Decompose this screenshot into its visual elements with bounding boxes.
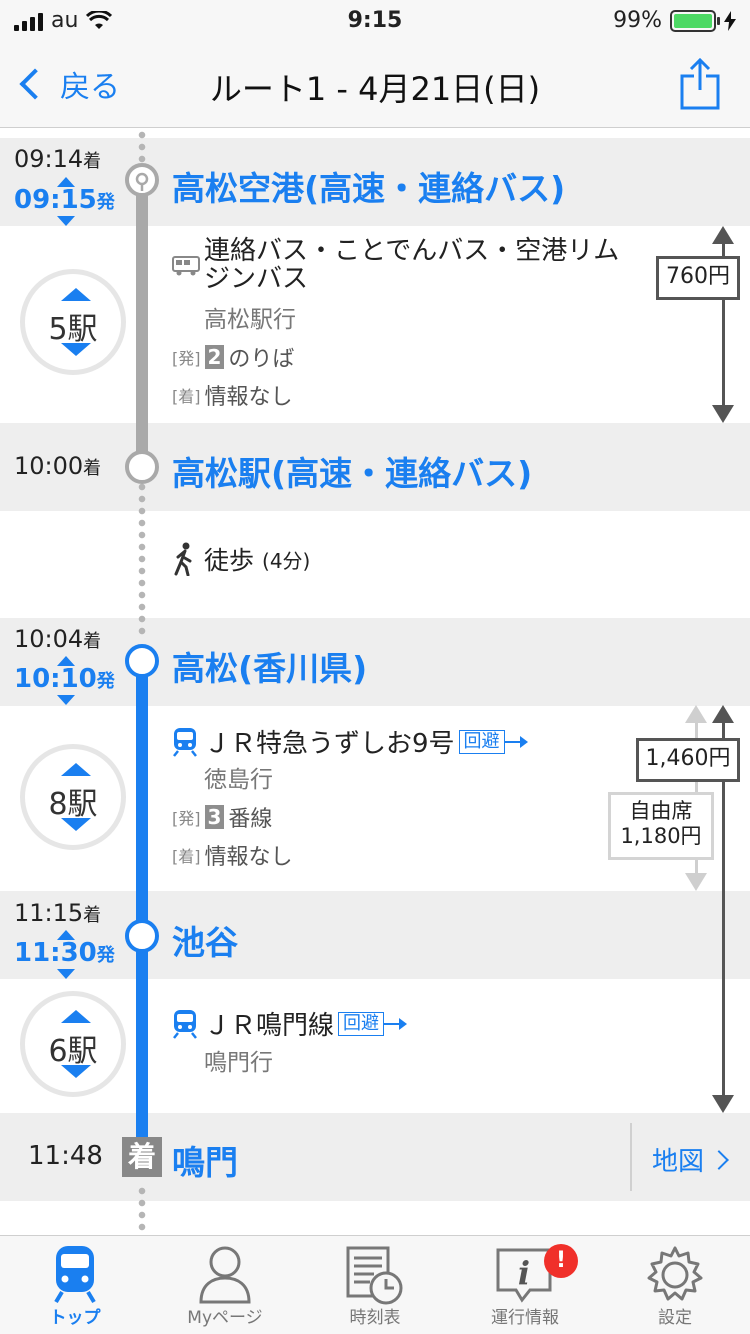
- fare-range-arrow-icon: [712, 405, 734, 423]
- battery-percent: 99%: [613, 8, 662, 33]
- rail-route-line: [136, 659, 148, 1171]
- destination: 高松駅行: [204, 307, 296, 333]
- dotted-line: [138, 129, 146, 165]
- station-node: [125, 450, 159, 484]
- arrival-time: 11:15着: [14, 899, 102, 927]
- arrival-time: 09:14着: [14, 145, 102, 173]
- fare-range-arrow-icon: [712, 1095, 734, 1113]
- arrow-right-icon: [383, 1017, 408, 1030]
- arrow-right-icon: [503, 735, 528, 748]
- walk-icon: [174, 542, 192, 576]
- bus-icon: [172, 256, 200, 276]
- bus-stop-node-icon: [125, 163, 159, 197]
- person-icon: [199, 1246, 251, 1304]
- share-icon[interactable]: [680, 58, 720, 110]
- chevron-up-icon: [61, 763, 91, 776]
- service-name[interactable]: 連絡バス・ことでんバス・空港リムジンバス: [172, 237, 632, 293]
- chevron-up-icon: [61, 288, 91, 301]
- chevron-up-icon: [61, 1010, 91, 1023]
- station-node: [125, 919, 159, 953]
- destination: 徳島行: [204, 767, 273, 793]
- later-arrow-icon[interactable]: [57, 969, 75, 979]
- service-name[interactable]: ＪＲ鳴門線 回避: [172, 1005, 408, 1042]
- station-name[interactable]: 高松空港(高速・連絡バス): [172, 162, 565, 210]
- bus-route-line: [136, 179, 148, 459]
- avoid-link[interactable]: 回避: [458, 729, 528, 754]
- arrival-time: 11:48: [28, 1141, 103, 1171]
- station-row: [0, 1113, 750, 1201]
- tab-service-info[interactable]: i 運行情報: [450, 1236, 600, 1334]
- arrival-badge: 着: [122, 1137, 162, 1177]
- chevron-down-icon: [61, 343, 91, 356]
- later-arrow-icon[interactable]: [57, 695, 75, 705]
- charging-icon: [724, 10, 736, 31]
- status-bar: au 9:15 99%: [0, 0, 750, 40]
- chevron-down-icon: [61, 818, 91, 831]
- arrival-platform: [着] 情報なし: [172, 385, 293, 410]
- fare-box[interactable]: 760円: [656, 256, 740, 300]
- departure-platform: [発] 2 のりば: [172, 345, 295, 372]
- tab-timetable[interactable]: 時刻表: [300, 1236, 450, 1334]
- later-arrow-icon[interactable]: [57, 216, 75, 226]
- non-reserved-fare-box[interactable]: 自由席 1,180円: [608, 792, 714, 860]
- fare-range-arrow-icon: [685, 873, 707, 891]
- chevron-down-icon: [61, 1065, 91, 1078]
- station-name[interactable]: 池谷: [172, 916, 238, 964]
- destination: 鳴門行: [204, 1050, 273, 1076]
- stop-count-button[interactable]: 6駅: [20, 991, 126, 1097]
- battery-icon: [670, 9, 720, 32]
- page-title: ルート1 - 4月21日(日): [209, 70, 541, 108]
- departure-platform: [発] 3 番線: [172, 805, 273, 832]
- station-name[interactable]: 高松(香川県): [172, 642, 367, 690]
- map-button[interactable]: 地図: [652, 1141, 729, 1178]
- chevron-right-icon: [709, 1149, 729, 1170]
- svg-text:i: i: [518, 1254, 530, 1292]
- walk-dotted-line: [138, 481, 146, 639]
- nav-bar: 戻る ルート1 - 4月21日(日): [0, 40, 750, 128]
- arrival-time: 10:00着: [14, 452, 102, 480]
- station-node: [125, 644, 159, 678]
- arrival-time: 10:04着: [14, 625, 102, 653]
- avoid-link[interactable]: 回避: [338, 1011, 408, 1036]
- train-icon: [54, 1246, 96, 1304]
- walk-segment: 徒歩 (4分): [172, 541, 310, 577]
- tab-my-page[interactable]: Myページ: [150, 1236, 300, 1334]
- station-name[interactable]: 高松駅(高速・連絡バス): [172, 447, 532, 495]
- fare-box[interactable]: 1,460円: [636, 738, 740, 782]
- notification-badge: !: [544, 1244, 578, 1278]
- tab-bar: トップ Myページ 時刻表 i 運行情報 設定 !: [0, 1235, 750, 1334]
- tab-settings[interactable]: 設定: [600, 1236, 750, 1334]
- dotted-line: [138, 1185, 146, 1235]
- departure-time: 10:10発: [14, 664, 115, 694]
- arrival-platform: [着] 情報なし: [172, 845, 293, 870]
- stop-count-button[interactable]: 8駅: [20, 744, 126, 850]
- timetable-icon: [346, 1246, 403, 1305]
- divider: [630, 1123, 632, 1191]
- stop-count-button[interactable]: 5駅: [20, 269, 126, 375]
- station-name[interactable]: 鳴門: [172, 1136, 238, 1184]
- train-icon: [173, 727, 197, 757]
- departure-time: 11:30発: [14, 938, 115, 968]
- route-timeline: 09:14着 09:15発 高松空港(高速・連絡バス) 5駅 連絡バス・ことでん…: [0, 129, 750, 1235]
- service-name[interactable]: ＪＲ特急うずしお9号 回避: [172, 723, 528, 760]
- tab-top[interactable]: トップ: [0, 1236, 150, 1334]
- gear-icon: [647, 1246, 703, 1301]
- train-icon: [173, 1009, 197, 1039]
- departure-time: 09:15発: [14, 185, 115, 215]
